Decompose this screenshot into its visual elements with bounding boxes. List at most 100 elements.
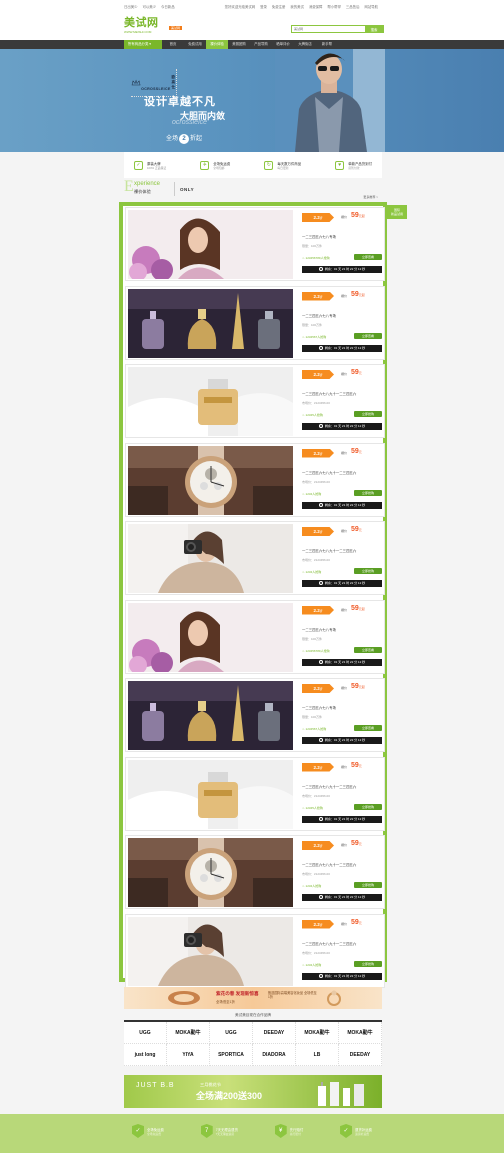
product-image[interactable]	[128, 916, 293, 986]
register-link[interactable]: 免费注册	[272, 5, 286, 9]
footer-item: ✓ 全场免运费 全场免运费	[132, 1124, 164, 1138]
deal-card[interactable]: 2.2折 裸价 59元起 一二三四五六七八专场 限量：100万件 ♨ 123456789人…	[125, 207, 385, 281]
nav-item[interactable]: 新手帮	[316, 40, 338, 49]
sitemap-link[interactable]: 网站导航	[364, 5, 378, 9]
buy-button[interactable]: 立即抢购	[354, 411, 382, 417]
buy-button[interactable]: 立即查看	[354, 646, 382, 653]
brand-logo[interactable]: DEEDAY	[339, 1044, 382, 1066]
brand-logo[interactable]: DEEDAY	[253, 1022, 296, 1044]
deal-title[interactable]: 一二三四五六七八九十一二三四五六	[302, 941, 356, 946]
deal-meta: 市场价：¥123456.00	[302, 793, 330, 798]
product-image[interactable]	[128, 681, 293, 750]
deal-title[interactable]: 一二三四五六七八专场	[302, 234, 336, 239]
buy-button[interactable]: 立即查看	[354, 332, 382, 339]
deal-title[interactable]: 一二三四五六七八专场	[302, 627, 336, 632]
brand-logo[interactable]: SPORTICA	[210, 1044, 253, 1066]
buyer-count: ♨ 123456789人抢购	[302, 648, 330, 653]
help-link[interactable]: 帮小帮掌	[327, 5, 341, 9]
nav-item[interactable]: 晒单评价	[272, 40, 294, 49]
discount-ribbon: 2.2折	[302, 448, 334, 458]
brand-logo[interactable]: YIYA	[167, 1044, 210, 1066]
nav-item-active[interactable]: 裸价体验	[206, 40, 228, 49]
login-link[interactable]: 登录	[260, 5, 267, 9]
product-image[interactable]	[128, 838, 293, 907]
brand-logo[interactable]: DIADORA	[253, 1044, 296, 1066]
more-link[interactable]: 更多推荐 >	[363, 195, 378, 199]
deal-card[interactable]: 2.2折 裸价 59元 一二三四五六七八九十一二三四五六 市场价：¥123456.00 ♨…	[125, 364, 385, 438]
deal-title[interactable]: 一二三四五六七八九十一二三四五六	[302, 548, 356, 553]
deal-card[interactable]: 2.2折 裸价 59元 一二三四五六七八九十一二三四五六 市场价：¥123456.00 ♨…	[125, 521, 385, 595]
search-input[interactable]	[292, 26, 365, 32]
promo-banner[interactable]: 紫花の春 发现新惊喜 全场低至1折 甄选国际高端美容化妆品 全场低至1折	[124, 987, 382, 1009]
buy-button[interactable]: 立即抢购	[354, 882, 382, 888]
site-logo[interactable]: 美试网 WWW.MEISHI.COM 美试网	[124, 14, 184, 34]
brand-logo[interactable]: MOKA勤牛	[296, 1022, 339, 1044]
buy-button[interactable]: 立即抢购	[354, 960, 382, 967]
buy-button[interactable]: 立即抢购	[354, 489, 382, 496]
deal-info: 2.2折 裸价 59元起 一二三四五六七八专场 限量：100万件 ♨ 1234567人抢购…	[298, 287, 384, 361]
price-label: 裸价	[341, 293, 348, 298]
deal-title[interactable]: 一二三四五六七八专场	[302, 313, 336, 318]
deal-title[interactable]: 一二三四五六七八专场	[302, 705, 336, 710]
side-badge[interactable]: 国际 新品试用	[387, 205, 407, 219]
nav-item[interactable]: 美丽团购	[228, 40, 250, 49]
brand-logo[interactable]: UGG	[210, 1022, 253, 1044]
deal-info: 2.2折 裸价 59元起 一二三四五六七八专场 限量：100万件 ♨ 123456789人…	[298, 208, 384, 282]
deal-card[interactable]: 2.2折 裸价 59元 一二三四五六七八九十一二三四五六 市场价：¥123456.00 ♨…	[125, 835, 385, 909]
welcome-text: 您好欢迎光临美试网	[224, 4, 256, 9]
deal-card[interactable]: 2.2折 裸价 59元起 一二三四五六七八专场 限量：100万件 ♨ 1234567人抢购…	[125, 678, 385, 752]
nav-item[interactable]: 免费试用	[184, 40, 206, 49]
category-menu[interactable]: 所有商品分类 ▾	[124, 40, 162, 49]
nav-item[interactable]: 产品导购	[250, 40, 272, 49]
buy-button[interactable]: 立即查看	[354, 254, 382, 260]
deal-card[interactable]: 2.2折 裸价 59元起 一二三四五六七八专场 限量：100万件 ♨ 1234567人抢购…	[125, 285, 385, 361]
brand-logo[interactable]: UGG	[124, 1022, 167, 1044]
divider	[174, 182, 175, 196]
buy-button[interactable]: 立即查看	[354, 725, 382, 731]
my-account-link[interactable]: 我的美试	[290, 5, 304, 9]
nav-item[interactable]: 大牌街店	[294, 40, 316, 49]
price: 59元	[351, 761, 362, 769]
hero-banner[interactable]: OCROSSLEICE 欧高仕 设计卓越不凡 大胆而内敛 ocrossleice…	[0, 49, 504, 152]
countdown-timer: 剩余：01 天 21 时 22 分 12 秒	[302, 344, 382, 352]
top-link[interactable]: 今日新品	[161, 5, 175, 9]
deal-title[interactable]: 一二三四五六七八九十一二三四五六	[302, 862, 356, 867]
nav-item[interactable]: 首页	[162, 40, 184, 49]
price-label: 裸价	[341, 921, 348, 926]
search-button[interactable]: 搜索	[365, 26, 383, 32]
deal-title[interactable]: 一二三四五六七八九十一二三四五六	[302, 391, 356, 396]
product-image[interactable]	[128, 602, 293, 672]
deal-card[interactable]: 2.2折 裸价 59元起 一二三四五六七八专场 限量：100万件 ♨ 123456789人…	[125, 599, 385, 674]
product-image[interactable]	[128, 759, 293, 829]
deal-card[interactable]: 2.2折 裸价 59元 一二三四五六七八九十一二三四五六 市场价：¥123456.00 ♨…	[125, 756, 385, 831]
product-image[interactable]	[128, 445, 293, 515]
product-image[interactable]	[128, 367, 293, 436]
ad-banner[interactable]: JUST B.B 三月桃花节 全场满200送300	[124, 1075, 382, 1108]
brand-logo[interactable]: just long	[124, 1044, 167, 1066]
ring-image	[327, 990, 341, 1006]
top-link[interactable]: 可以美少	[143, 5, 157, 9]
buy-button[interactable]: 立即抢购	[354, 803, 382, 810]
product-image[interactable]	[128, 210, 293, 279]
product-image[interactable]	[128, 524, 293, 593]
discount-ribbon: 2.2折	[302, 684, 334, 693]
countdown-timer: 剩余：01 天 21 时 22 分 12 秒	[302, 894, 382, 901]
brand-logo[interactable]: LB	[296, 1044, 339, 1066]
buy-button[interactable]: 立即抢购	[354, 568, 382, 574]
discount-ribbon: 2.2折	[302, 527, 334, 536]
guarantee-link[interactable]: 消费保障	[309, 5, 323, 9]
footer-services: ✓ 全场免运费 全场免运费 7 7天无理由退货 7天无理由退货 ¥ 先行赔付 先行赔付…	[0, 1114, 504, 1153]
top-link[interactable]: 日出美少	[124, 5, 138, 9]
deal-card[interactable]: 2.2折 裸价 59元 一二三四五六七八九十一二三四五六 市场价：¥123456.00 ♨…	[125, 442, 385, 517]
aftersale-link[interactable]: 三品售后	[346, 5, 360, 9]
countdown-timer: 剩余：01 天 21 时 22 分 12 秒	[302, 580, 382, 587]
deal-card[interactable]: 2.2折 裸价 59元 一二三四五六七八九十一二三四五六 市场价：¥123456.00 ♨…	[125, 913, 385, 988]
brand-logo[interactable]: MOKA勤牛	[167, 1022, 210, 1044]
clock-icon	[318, 267, 323, 272]
product-image[interactable]	[128, 288, 293, 358]
clock-icon	[318, 581, 323, 586]
shield-icon: 7	[200, 1124, 213, 1138]
brand-logo[interactable]: MOKA勤牛	[339, 1022, 382, 1044]
deal-title[interactable]: 一二三四五六七八九十一二三四五六	[302, 784, 356, 789]
deal-title[interactable]: 一二三四五六七八九十一二三四五六	[302, 470, 356, 475]
